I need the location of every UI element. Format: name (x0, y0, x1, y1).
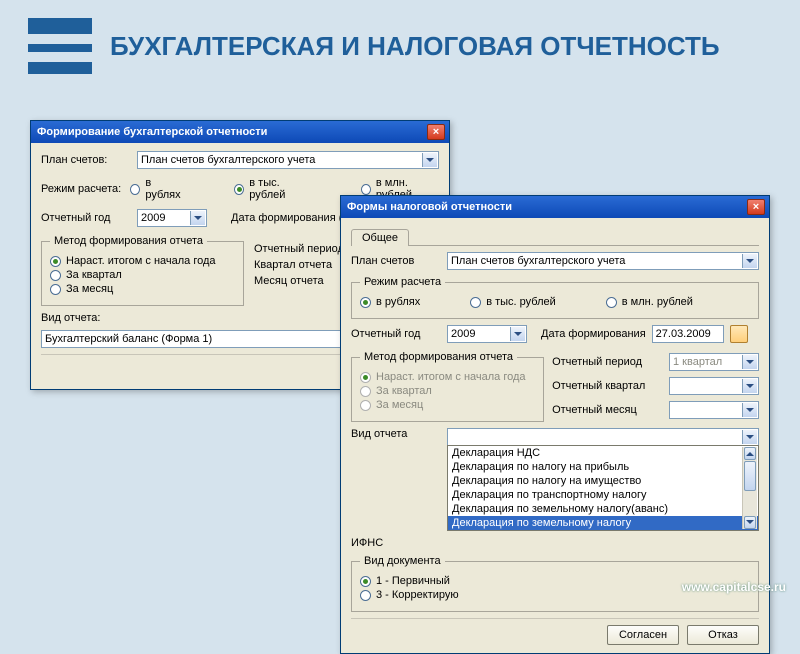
agree-button[interactable]: Согласен (607, 625, 679, 645)
label-year: Отчетный год (41, 212, 131, 224)
list-item[interactable]: Декларация по земельному налогу (448, 516, 758, 530)
chevron-down-icon[interactable] (742, 355, 757, 369)
input-date[interactable]: 27.03.2009 (652, 325, 724, 343)
combo-rquarter[interactable] (669, 377, 759, 395)
label-plan: План счетов (351, 255, 441, 267)
scrollbar[interactable] (742, 447, 757, 529)
chevron-down-icon[interactable] (742, 430, 757, 444)
close-icon[interactable]: × (747, 199, 765, 215)
scroll-thumb[interactable] (744, 461, 756, 491)
titlebar[interactable]: Формы налоговой отчетности × (341, 196, 769, 218)
cancel-button[interactable]: Отказ (687, 625, 759, 645)
list-item[interactable]: Декларация по налогу на прибыль (448, 460, 758, 474)
combo-plan-value: План счетов бухгалтерского учета (141, 154, 315, 166)
radio-method-month: За месяц (360, 399, 535, 411)
chevron-down-icon[interactable] (742, 379, 757, 393)
footer-url: www.capitalcse.ru (682, 580, 786, 594)
legend-mode: Режим расчета (360, 276, 445, 288)
radio-method-month[interactable]: За месяц (50, 283, 235, 295)
radio-mode-rub[interactable]: в рублях (360, 296, 420, 308)
combo-plan[interactable]: План счетов бухгалтерского учета (447, 252, 759, 270)
combo-year-value: 2009 (451, 328, 475, 340)
label-year: Отчетный год (351, 328, 441, 340)
legend-doc: Вид документа (360, 555, 445, 567)
chevron-down-icon[interactable] (422, 153, 437, 167)
radio-method-quarter[interactable]: За квартал (50, 269, 235, 281)
label-date: Дата формирования (541, 328, 646, 340)
chevron-down-icon[interactable] (510, 327, 525, 341)
radio-method-quarter: За квартал (360, 385, 535, 397)
list-item[interactable]: Декларация по земельному налогу(аванс) (448, 502, 758, 516)
calendar-icon[interactable] (730, 325, 748, 343)
close-icon[interactable]: × (427, 124, 445, 140)
combo-year[interactable]: 2009 (137, 209, 207, 227)
logo-icon (28, 18, 92, 74)
chevron-down-icon[interactable] (742, 403, 757, 417)
window-title: Формы налоговой отчетности (347, 201, 512, 213)
radio-mode-thou[interactable]: в тыс. рублей (470, 296, 556, 308)
scroll-down-icon[interactable] (744, 516, 756, 529)
legend-method: Метод формирования отчета (360, 351, 517, 363)
window-title: Формирование бухгалтерской отчетности (37, 126, 267, 138)
chevron-down-icon[interactable] (190, 211, 205, 225)
label-kind: Вид отчета (351, 428, 441, 440)
combo-kind-value: Бухгалтерский баланс (Форма 1) (45, 333, 212, 345)
tab-general[interactable]: Общее (351, 229, 409, 246)
radio-method-ytd[interactable]: Нараст. итогом с начала года (50, 255, 235, 267)
legend-method: Метод формирования отчета (50, 235, 207, 247)
label-mode: Режим расчета: (41, 183, 124, 195)
radio-method-ytd: Нараст. итогом с начала года (360, 371, 535, 383)
label-rmonth: Отчетный месяц (552, 404, 663, 416)
label-plan: План счетов: (41, 154, 131, 166)
label-period: Отчетный период (552, 356, 663, 368)
combo-year[interactable]: 2009 (447, 325, 527, 343)
list-item[interactable]: Декларация НДС (448, 446, 758, 460)
dropdown-list-kind[interactable]: Декларация НДС Декларация по налогу на п… (447, 445, 759, 531)
combo-kind[interactable] (447, 428, 759, 446)
combo-period[interactable]: 1 квартал (669, 353, 759, 371)
label-kind: Вид отчета: (41, 312, 131, 324)
label-ifns: ИФНС (351, 537, 441, 549)
combo-plan[interactable]: План счетов бухгалтерского учета (137, 151, 439, 169)
titlebar[interactable]: Формирование бухгалтерской отчетности × (31, 121, 449, 143)
slide-title: БУХГАЛТЕРСКАЯ И НАЛОГОВАЯ ОТЧЕТНОСТЬ (110, 32, 720, 61)
combo-plan-value: План счетов бухгалтерского учета (451, 255, 625, 267)
combo-year-value: 2009 (141, 212, 165, 224)
list-item[interactable]: Декларация по налогу на имущество (448, 474, 758, 488)
combo-rmonth[interactable] (669, 401, 759, 419)
list-item[interactable]: Декларация по транспортному налогу (448, 488, 758, 502)
radio-mode-rub[interactable]: в рублях (130, 177, 184, 201)
chevron-down-icon[interactable] (742, 254, 757, 268)
scroll-up-icon[interactable] (744, 447, 756, 460)
radio-mode-thou[interactable]: в тыс. рублей (234, 177, 311, 201)
radio-mode-mil[interactable]: в млн. рублей (606, 296, 693, 308)
label-rquarter: Отчетный квартал (552, 380, 663, 392)
